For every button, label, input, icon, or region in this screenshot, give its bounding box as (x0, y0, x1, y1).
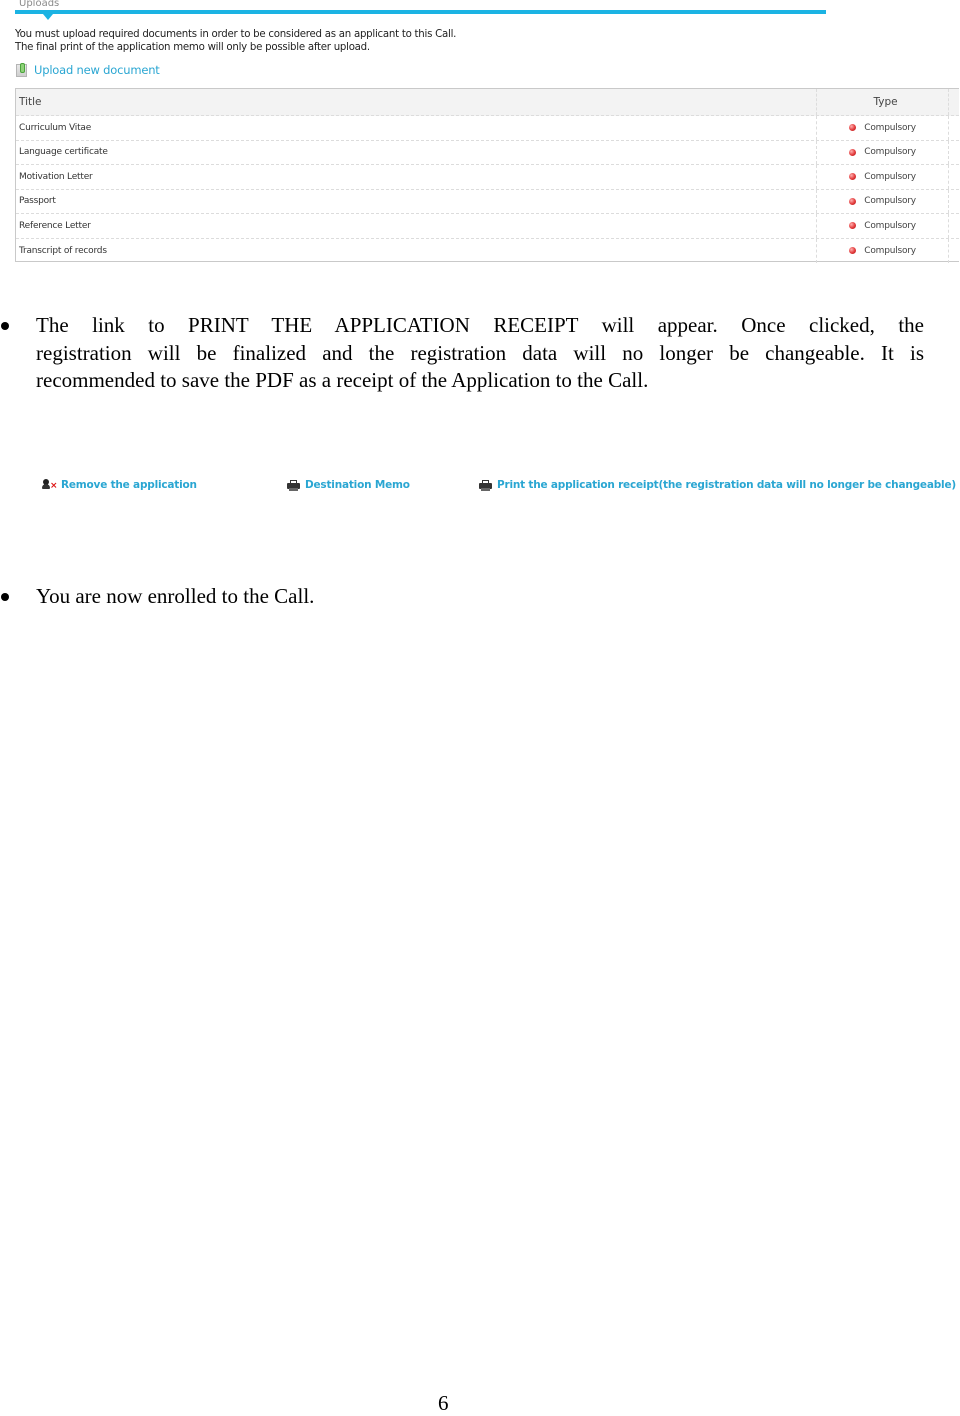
paragraph-line: The link to PRINT THE APPLICATION RECEIP… (36, 313, 924, 337)
document-type: Compulsory (864, 122, 916, 133)
active-tab-notch (43, 14, 53, 20)
paragraph-line: recommended to save the PDF as a receipt… (36, 368, 649, 392)
document-title: Transcript of records (19, 245, 107, 256)
upload-new-document-link[interactable]: Upload new document (16, 62, 160, 77)
table-row[interactable]: Language certificate Compulsory (16, 140, 959, 165)
printer-icon (287, 479, 300, 491)
document-title: Curriculum Vitae (19, 122, 92, 133)
row-extra-cell (949, 165, 959, 189)
column-header-type[interactable]: Type (817, 89, 949, 115)
documents-table: Title Type Curriculum Vitae Compulsory L… (15, 88, 959, 264)
notice-line: The final print of the application memo … (15, 41, 370, 53)
paragraph-line: registration will be finalized and the r… (36, 340, 924, 365)
uploads-tab[interactable]: Uploads (19, 0, 59, 9)
page-number: 6 (438, 1391, 449, 1415)
application-actions: × Remove the application Destination Mem… (0, 479, 960, 497)
print-receipt-label: Print the application receipt(the regist… (497, 479, 956, 491)
table-row[interactable]: Reference Letter Compulsory (16, 214, 959, 239)
destination-memo-label: Destination Memo (305, 479, 410, 491)
row-extra-cell (949, 141, 959, 165)
table-row[interactable]: Transcript of records Compulsory (16, 238, 959, 264)
document-type: Compulsory (864, 245, 916, 256)
paragraph-text: The link to PRINT THE APPLICATION RECEIP… (36, 312, 924, 395)
table-row[interactable]: Passport Compulsory (16, 189, 959, 214)
bullet-icon (1, 322, 9, 330)
print-receipt-link[interactable]: Print the application receipt(the regist… (479, 479, 956, 491)
red-dot-icon (849, 222, 857, 230)
column-header-extra (949, 89, 959, 115)
remove-user-icon: × (42, 479, 58, 491)
document-type: Compulsory (864, 220, 916, 231)
document-type: Compulsory (864, 196, 916, 207)
notice-line: You must upload required documents in or… (15, 29, 457, 40)
document-type: Compulsory (864, 171, 916, 182)
red-dot-icon (849, 148, 857, 156)
remove-application-link[interactable]: × Remove the application (42, 479, 197, 491)
remove-application-label: Remove the application (61, 479, 197, 491)
red-dot-icon (849, 247, 857, 255)
document-title: Reference Letter (19, 220, 91, 231)
bullet-icon (1, 593, 9, 601)
uploads-tab-underline (15, 10, 826, 14)
red-dot-icon (849, 197, 857, 205)
document-type: Compulsory (864, 147, 916, 158)
upload-new-document-label: Upload new document (34, 63, 160, 77)
document-title: Passport (19, 196, 56, 207)
document-title: Motivation Letter (19, 171, 93, 182)
attachment-icon (16, 62, 27, 77)
document-title: Language certificate (19, 147, 108, 158)
destination-memo-link[interactable]: Destination Memo (287, 479, 410, 491)
upload-notice: You must upload required documents in or… (15, 29, 456, 54)
red-dot-icon (849, 173, 857, 181)
paragraph-text: You are now enrolled to the Call. (36, 584, 315, 608)
row-extra-cell (949, 214, 959, 238)
table-header-row: Title Type (16, 89, 959, 116)
column-header-title[interactable]: Title (16, 89, 818, 115)
row-extra-cell (949, 190, 959, 214)
row-extra-cell (949, 239, 959, 264)
row-extra-cell (949, 116, 959, 140)
table-row[interactable]: Curriculum Vitae Compulsory (16, 116, 959, 141)
table-row[interactable]: Motivation Letter Compulsory (16, 165, 959, 190)
red-dot-icon (849, 124, 857, 132)
printer-icon (479, 479, 492, 491)
